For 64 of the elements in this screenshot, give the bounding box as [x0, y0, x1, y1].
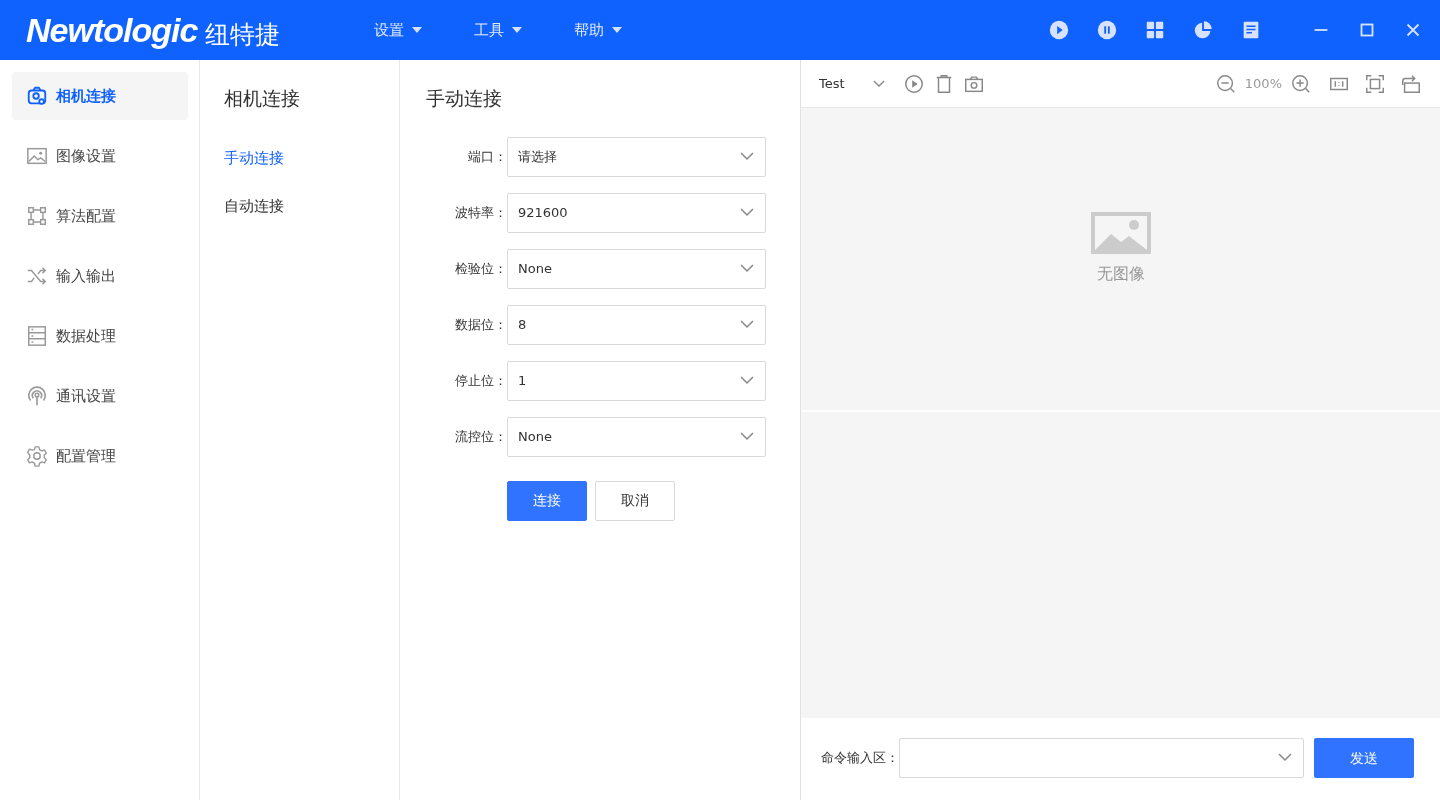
play-icon[interactable]	[903, 72, 925, 95]
field-label: 波特率：	[454, 203, 507, 222]
empty-text: 无图像	[1096, 263, 1145, 285]
logo-subtitle: 纽特捷	[205, 22, 281, 47]
caret-icon	[612, 27, 622, 33]
image-icon	[26, 145, 48, 167]
zoom-level: 100%	[1244, 74, 1282, 93]
antenna-icon	[26, 385, 48, 407]
camera-icon	[26, 85, 48, 107]
chevron-icon	[740, 262, 754, 273]
chevron-icon	[1278, 752, 1292, 762]
sidebar-item[interactable]: 相机连接	[12, 72, 188, 120]
shuffle-icon	[26, 265, 48, 287]
sidebar-item[interactable]: 图像设置	[12, 132, 188, 180]
caret-icon	[412, 27, 422, 33]
grid-icon[interactable]	[1144, 19, 1166, 41]
menu-item[interactable]: 帮助	[574, 18, 622, 42]
command-label: 命令输入区：	[821, 749, 899, 768]
select-field[interactable]: 1	[507, 360, 766, 401]
subnav-link[interactable]: 自动连接	[224, 195, 375, 218]
chevron-icon	[740, 206, 754, 217]
form-title: 手动连接	[426, 86, 503, 111]
chevron-icon	[740, 150, 754, 161]
caret-icon	[512, 27, 522, 33]
source-dropdown[interactable]: Test	[819, 73, 885, 94]
pause-icon[interactable]	[1096, 19, 1118, 41]
sidebar-item[interactable]: 数据处理	[12, 312, 188, 360]
field-label: 端口：	[467, 147, 507, 166]
logo-text: Newtologic	[26, 13, 198, 47]
zoom-out-icon[interactable]	[1214, 72, 1237, 95]
menu-item[interactable]: 设置	[374, 18, 422, 42]
image-placeholder-icon	[1090, 212, 1151, 254]
database-icon	[26, 325, 48, 347]
select-field[interactable]: None	[507, 416, 766, 457]
field-label: 流控位：	[454, 427, 507, 446]
sidebar-item[interactable]: 配置管理	[12, 432, 188, 480]
nodes-icon	[26, 205, 48, 227]
rotate-icon[interactable]	[1400, 72, 1422, 95]
chevron-icon	[740, 318, 754, 329]
sidebar-item[interactable]: 输入输出	[12, 252, 188, 300]
settings-icon	[26, 445, 48, 467]
zoom-in-icon[interactable]	[1290, 72, 1312, 95]
select-field[interactable]: None	[507, 248, 766, 289]
send-button[interactable]: 发送	[1314, 738, 1414, 778]
chevron-icon	[740, 430, 754, 441]
cancel-button[interactable]: 取消	[595, 480, 675, 521]
field-label: 检验位：	[454, 259, 507, 278]
select-field[interactable]: 请选择	[507, 136, 766, 177]
sidebar-item[interactable]: 算法配置	[12, 192, 188, 240]
select-field[interactable]: 8	[507, 304, 766, 345]
connect-button[interactable]: 连接	[507, 480, 587, 521]
chevron-icon	[740, 374, 754, 385]
select-field[interactable]: 921600	[507, 192, 766, 233]
fit-screen-icon[interactable]	[1364, 72, 1386, 95]
subnav-link[interactable]: 手动连接	[224, 146, 375, 169]
field-label: 数据位：	[454, 315, 507, 334]
sidebar-item[interactable]: 通讯设置	[12, 372, 188, 420]
chevron-icon	[873, 79, 885, 88]
play-icon[interactable]	[1048, 19, 1070, 41]
pie-chart-icon[interactable]	[1192, 19, 1214, 41]
field-label: 停止位：	[454, 371, 507, 390]
section-title: 相机连接	[224, 86, 301, 111]
command-field[interactable]	[899, 738, 1304, 778]
menu-item[interactable]: 工具	[474, 18, 522, 42]
